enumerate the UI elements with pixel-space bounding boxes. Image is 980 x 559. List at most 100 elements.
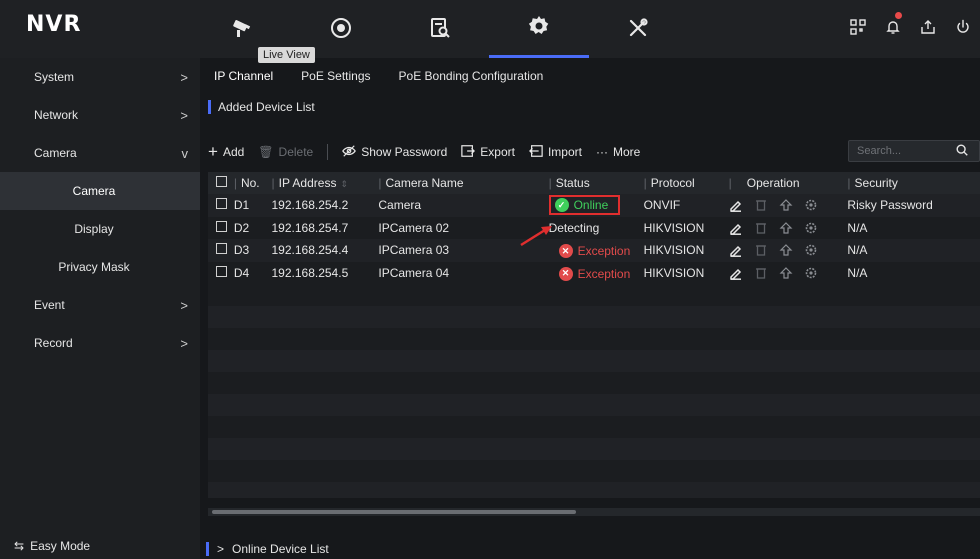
status-text: Detecting [548,220,600,235]
row-ip: 192.168.254.4 [271,243,349,258]
more-dots-icon: ··· [595,145,608,159]
power-icon[interactable] [954,18,972,36]
config-gear-icon[interactable] [804,221,818,235]
table-header-row: | No. | IP Address ⇕ | Camera Name | Status |… [208,172,980,194]
header-no[interactable]: No. [241,176,260,190]
delete-trash-icon[interactable] [754,243,768,257]
header-camera-name[interactable]: Camera Name [386,176,464,190]
delete-trash-icon[interactable] [754,221,768,235]
config-gear-icon[interactable] [804,266,818,280]
maintenance-tools-icon [626,16,650,43]
search-input[interactable] [849,145,955,157]
sort-icon[interactable]: ⇕ [340,179,348,189]
sidebar-item-label: System [34,70,75,84]
nav-configuration[interactable] [489,0,589,58]
tab-poe-settings[interactable]: PoE Settings [287,58,384,94]
export-button[interactable]: Export [461,144,515,161]
row-checkbox[interactable] [216,265,227,277]
search-icon[interactable] [955,143,969,160]
sidebar-subitem-privacy-mask[interactable]: Privacy Mask [0,248,200,286]
sidebar-item-label: Event [34,298,65,312]
header-status[interactable]: Status [556,176,590,190]
playback-icon [329,16,353,43]
qr-code-icon[interactable] [849,18,867,36]
row-no: D4 [233,265,250,280]
row-camera-name: IPCamera 04 [378,265,450,280]
delete-trash-icon[interactable] [754,266,768,280]
delete-label: Delete [278,145,314,159]
header-security[interactable]: Security [855,176,898,190]
sidebar-subitem-camera[interactable]: Camera [0,172,200,210]
easy-mode-button[interactable]: ⇆ Easy Mode [14,539,90,553]
tab-ip-channel[interactable]: IP Channel [200,58,287,94]
upgrade-arrow-icon[interactable] [779,266,793,280]
import-icon [528,144,543,161]
row-no: D2 [233,220,250,235]
upgrade-arrow-icon[interactable] [779,243,793,257]
sidebar-item-network[interactable]: Network > [0,96,200,134]
sidebar-item-event[interactable]: Event > [0,286,200,324]
config-gear-icon[interactable] [804,198,818,212]
more-button[interactable]: ··· More [596,145,640,159]
row-checkbox[interactable] [216,243,227,255]
file-search-icon [428,16,452,43]
edit-pencil-icon[interactable] [729,198,743,213]
horizontal-scrollbar[interactable] [208,508,980,516]
edit-pencil-icon[interactable] [729,243,743,258]
live-view-camera-icon [231,16,255,43]
sidebar-item-camera[interactable]: Camera v [0,134,200,172]
trash-icon: 🗑︎ [258,145,274,159]
select-all-checkbox[interactable] [216,176,227,187]
config-gear-icon[interactable] [804,243,818,257]
header-protocol[interactable]: Protocol [651,176,695,190]
sidebar-subitem-display[interactable]: Display [0,210,200,248]
row-security: N/A [847,243,868,258]
sidebar-item-system[interactable]: System > [0,58,200,96]
row-ip: 192.168.254.7 [271,220,349,235]
section-title: Added Device List [208,100,315,114]
table-row[interactable]: D3 192.168.254.4 IPCamera 03 ✕ Exception… [208,239,980,262]
table-row[interactable]: D1 192.168.254.2 Camera ✓ Online ONVIF R… [208,194,980,217]
live-view-tooltip: Live View [258,47,315,63]
status-online-badge: ✓ Online [548,195,621,216]
row-protocol: ONVIF [643,198,681,213]
eye-slash-icon [342,144,357,161]
edit-pencil-icon[interactable] [729,266,743,280]
tab-poe-bonding-configuration[interactable]: PoE Bonding Configuration [385,58,558,94]
header-ip-address[interactable]: IP Address [279,176,337,190]
top-bar: NVR [0,0,980,58]
upgrade-arrow-icon[interactable] [779,221,793,235]
device-table: | No. | IP Address ⇕ | Camera Name | Status |… [208,172,980,284]
row-checkbox[interactable] [216,220,227,232]
notification-bell-icon[interactable] [884,12,902,36]
easy-mode-label: Easy Mode [30,539,91,553]
import-button[interactable]: Import [528,144,582,161]
upgrade-arrow-icon[interactable] [779,198,793,212]
add-button[interactable]: + Add [208,142,244,162]
tab-bar: IP Channel PoE Settings PoE Bonding Conf… [200,58,980,94]
chevron-right-icon: > [217,542,225,556]
delete-button[interactable]: 🗑︎ Delete [258,145,313,159]
chevron-right-icon: > [180,107,188,123]
logout-icon[interactable] [919,18,937,36]
delete-trash-icon[interactable] [754,198,768,212]
status-text: Exception [577,266,631,281]
scrollbar-thumb[interactable] [212,510,576,514]
row-camera-name: Camera [378,198,422,213]
app-logo: NVR [26,12,82,37]
status-text: Online [573,198,609,213]
table-row[interactable]: D4 192.168.254.5 IPCamera 04 ✕ Exception… [208,261,980,284]
row-protocol: HIKVISION [643,243,705,258]
online-device-list-toggle[interactable]: > Online Device List [206,542,329,556]
sidebar-item-label: Display [74,222,114,236]
sidebar-item-record[interactable]: Record > [0,324,200,362]
export-icon [461,144,476,161]
row-checkbox[interactable] [216,198,227,210]
nav-maintenance[interactable] [588,0,688,58]
table-row[interactable]: D2 192.168.254.7 IPCamera 02 Detecting H… [208,216,980,239]
row-ip: 192.168.254.5 [271,265,349,280]
toolbar: + Add 🗑︎ Delete Show Password Export Imp… [208,140,980,164]
nav-file-search[interactable] [390,0,490,58]
show-password-button[interactable]: Show Password [342,144,447,161]
edit-pencil-icon[interactable] [729,221,743,235]
